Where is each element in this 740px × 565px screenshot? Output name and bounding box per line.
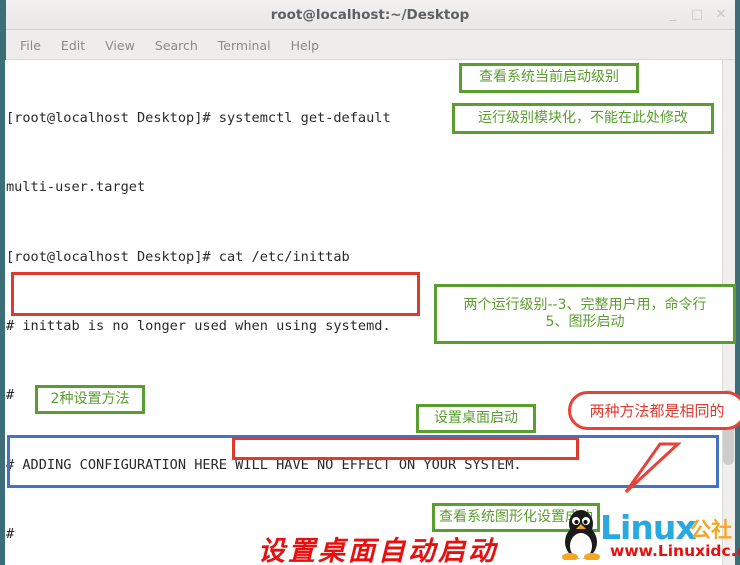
minimize-button[interactable]: _ (662, 0, 684, 30)
terminal-line: [root@localhost Desktop]# cat /etc/initt… (6, 248, 350, 265)
annotation-set-desktop-boot: 设置桌面启动 (416, 404, 536, 433)
annotation-redbox-typed-command (232, 437, 579, 460)
close-button[interactable]: ✕ (710, 0, 732, 30)
menu-item-search[interactable]: Search (145, 38, 208, 53)
menubar-left-accent (0, 30, 6, 60)
linuxidc-watermark: Linux 公社 www.Linuxidc.com (556, 500, 740, 562)
callout-tail (624, 442, 682, 494)
terminal-line: multi-user.target (6, 179, 146, 196)
annotation-set-desktop-autostart: 设置桌面自动启动 (258, 536, 498, 565)
menu-item-view[interactable]: View (95, 38, 145, 53)
menu-items: File Edit View Search Terminal Help (10, 30, 329, 60)
annotation-runlevel-modular: 运行级别模块化，不能在此处修改 (452, 103, 714, 134)
terminal-window: root@localhost:~/Desktop _ □ ✕ File Edit… (0, 0, 740, 565)
menu-item-terminal[interactable]: Terminal (208, 38, 281, 53)
terminal-left-accent (0, 60, 5, 565)
menu-item-edit[interactable]: Edit (51, 38, 95, 53)
menu-item-help[interactable]: Help (281, 38, 330, 53)
window-titlebar: root@localhost:~/Desktop _ □ ✕ (0, 0, 740, 30)
watermark-url: www.Linuxidc.com (610, 542, 740, 560)
penguin-icon (562, 510, 600, 560)
maximize-button[interactable]: □ (686, 0, 708, 30)
menubar-right-accent (735, 30, 740, 60)
annotation-both-methods-same: 两种方法都是相同的 (568, 391, 740, 430)
watermark-brand-suffix: 公社 (690, 518, 732, 542)
annotation-two-runlevels: 两个运行级别--3、完整用户用，命令行 5、图形启动 (434, 284, 736, 344)
menu-bar: File Edit View Search Terminal Help (0, 30, 740, 60)
menu-item-file[interactable]: File (10, 38, 51, 53)
window-title: root@localhost:~/Desktop (270, 7, 470, 23)
annotation-two-setting-methods: 2种设置方法 (35, 385, 145, 414)
annotation-check-current-runlevel: 查看系统当前启动级别 (459, 63, 639, 93)
annotation-redbox-targets (11, 272, 420, 316)
